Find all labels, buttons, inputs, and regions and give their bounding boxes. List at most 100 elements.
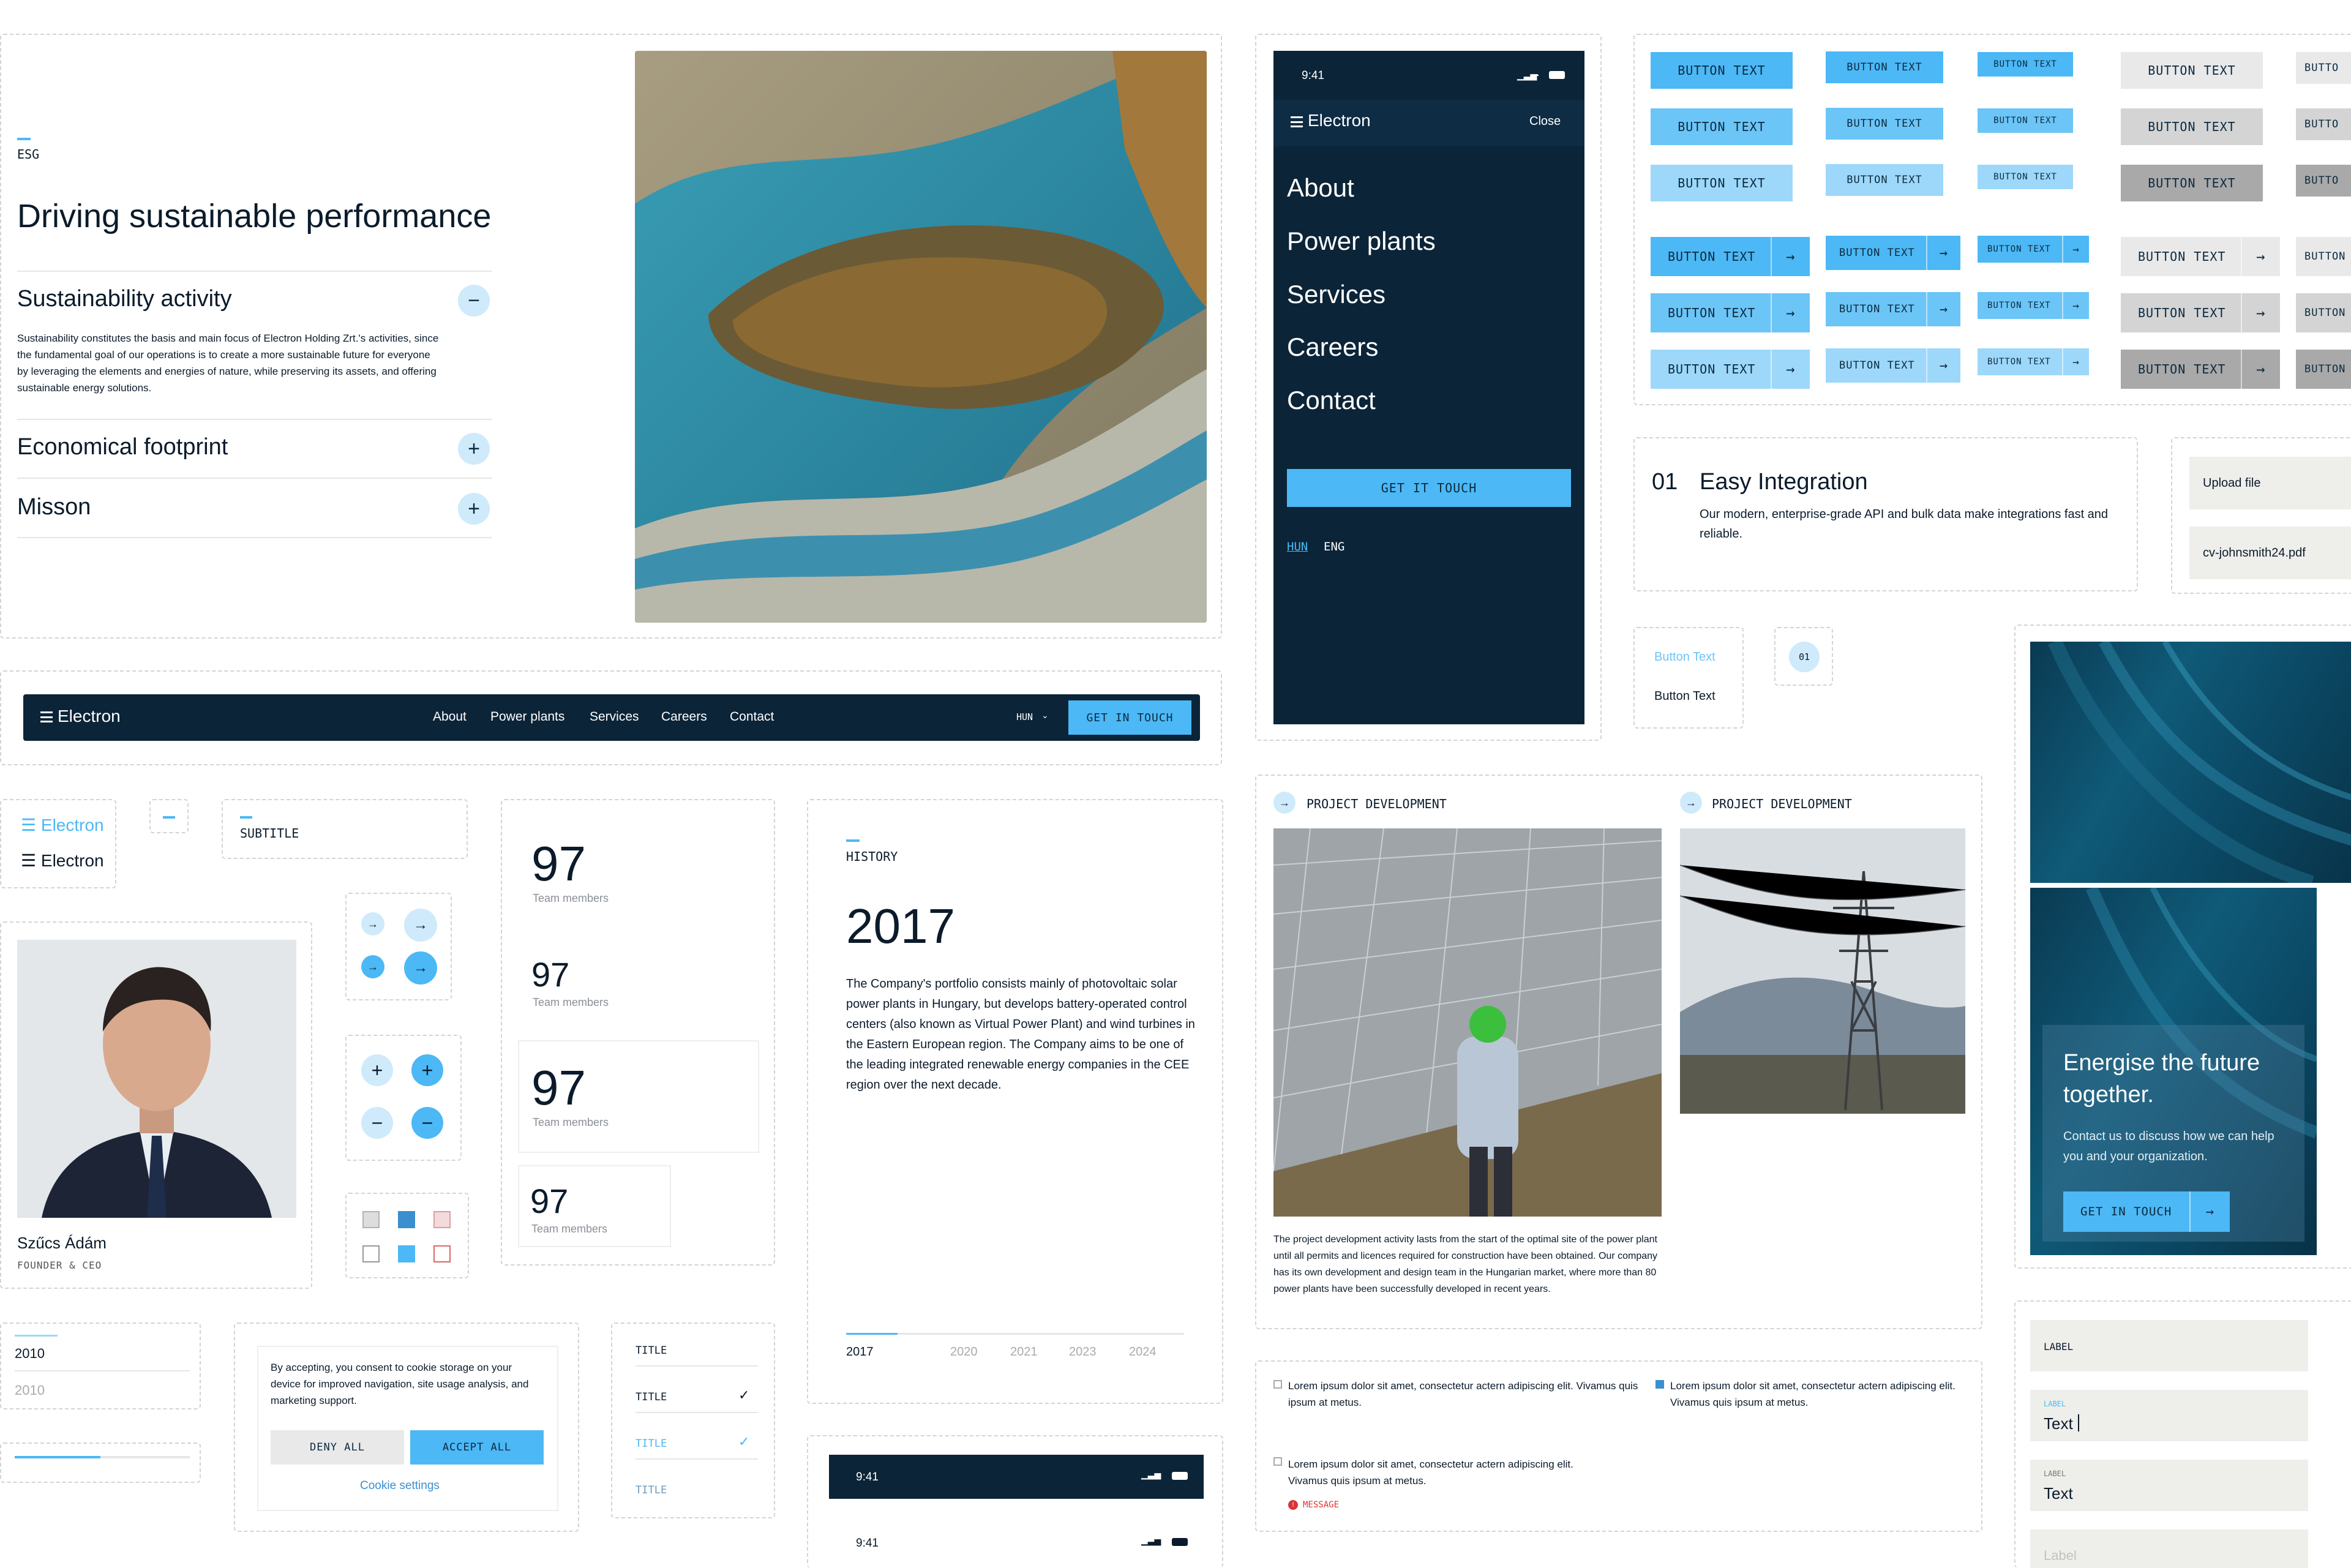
button-partial[interactable]: BUTTO (2296, 52, 2351, 84)
minus-icon[interactable]: − (458, 285, 490, 317)
button-arrow-large-hover[interactable]: BUTTON TEXT → (1651, 293, 1810, 332)
input-focused[interactable]: LABEL Text (2030, 1390, 2308, 1441)
nav-link-about[interactable]: About (433, 710, 467, 724)
checkbox-checked[interactable] (398, 1211, 415, 1228)
button-small-primary[interactable]: BUTTON TEXT (1978, 52, 2073, 77)
mobile-link-contact[interactable]: Contact (1287, 386, 1376, 415)
close-button[interactable]: Close (1529, 114, 1561, 129)
cta-button[interactable]: GET IN TOUCH → (2063, 1191, 2230, 1232)
button-partial[interactable]: BUTTON (2296, 237, 2351, 276)
button-large-hover[interactable]: BUTTON TEXT (1651, 108, 1793, 145)
plus-icon[interactable]: + (361, 1054, 393, 1086)
button-arrow-large-disabled[interactable]: BUTTON TEXT → (1651, 350, 1810, 389)
lang-hun[interactable]: HUN (1287, 540, 1308, 553)
text-button[interactable]: Button Text (1654, 689, 1715, 703)
checkbox-unchecked[interactable] (362, 1245, 380, 1262)
title-item[interactable]: TITLE (636, 1391, 667, 1403)
button-medium-disabled[interactable]: BUTTON TEXT (1826, 164, 1943, 196)
deny-all-button[interactable]: DENY ALL (271, 1430, 404, 1465)
input-disabled[interactable]: Label (2030, 1529, 2308, 1568)
minus-icon[interactable]: − (411, 1107, 443, 1139)
arrow-right-icon[interactable]: → (361, 912, 384, 936)
mobile-cta-button[interactable]: GET IT TOUCH (1287, 469, 1571, 507)
title-item[interactable]: TITLE (636, 1345, 667, 1357)
input-empty[interactable]: LABEL (2030, 1320, 2308, 1371)
plus-icon[interactable]: + (458, 493, 490, 525)
checkbox-error[interactable] (433, 1211, 451, 1228)
checkbox-text-panel: Lorem ipsum dolor sit amet, consectetur … (1255, 1360, 1982, 1532)
arrow-right-icon[interactable]: → (404, 909, 437, 942)
upload-button[interactable]: Upload file (2189, 457, 2351, 509)
timeline-2021[interactable]: 2021 (1010, 1345, 1038, 1359)
nav-link-services[interactable]: Services (590, 710, 639, 724)
year-option[interactable]: 2010 (15, 1382, 45, 1398)
menu-icon[interactable] (1291, 116, 1303, 127)
button-partial[interactable]: BUTTON (2296, 350, 2351, 389)
button-large-secondary[interactable]: BUTTON TEXT (2121, 52, 2263, 89)
button-arrow-small-disabled[interactable]: BUTTON TEXT → (1978, 348, 2089, 375)
mobile-link-about[interactable]: About (1287, 173, 1354, 203)
mobile-logo[interactable]: Electron (1308, 111, 1371, 130)
button-arrow-small[interactable]: BUTTON TEXT → (1978, 236, 2089, 263)
nav-link-contact[interactable]: Contact (730, 710, 774, 724)
arrow-right-icon[interactable]: → (1273, 792, 1295, 814)
mobile-link-services[interactable]: Services (1287, 280, 1385, 309)
button-partial[interactable]: BUTTO (2296, 165, 2351, 197)
button-small-disabled[interactable]: BUTTON TEXT (1978, 165, 2073, 189)
timeline-2023[interactable]: 2023 (1069, 1345, 1097, 1359)
menu-icon[interactable] (40, 711, 53, 722)
button-partial[interactable]: BUTTO (2296, 108, 2351, 140)
minus-icon[interactable]: − (361, 1107, 393, 1139)
timeline-2020[interactable]: 2020 (950, 1345, 978, 1359)
button-large-primary[interactable]: BUTTON TEXT (1651, 52, 1793, 89)
navbar-logo[interactable]: Electron (58, 707, 121, 726)
input-filled[interactable]: LABEL Text (2030, 1460, 2308, 1511)
nav-link-careers[interactable]: Careers (661, 710, 707, 724)
accept-all-button[interactable]: ACCEPT ALL (410, 1430, 544, 1465)
button-arrow-medium-hover[interactable]: BUTTON TEXT → (1826, 292, 1960, 326)
plus-icon[interactable]: + (411, 1054, 443, 1086)
arrow-right-icon[interactable]: → (1680, 792, 1702, 814)
button-arrow-secondary-hover[interactable]: BUTTON TEXT → (2121, 293, 2280, 332)
checkbox-error-empty[interactable] (433, 1245, 451, 1262)
button-arrow-medium-disabled[interactable]: BUTTON TEXT → (1826, 348, 1960, 383)
checkbox-error[interactable] (1273, 1457, 1282, 1466)
text-button-hover[interactable]: Button Text (1654, 650, 1715, 664)
button-small-hover[interactable]: BUTTON TEXT (1978, 108, 2073, 133)
button-large-secondary-hover[interactable]: BUTTON TEXT (2121, 108, 2263, 145)
button-large-secondary-pressed[interactable]: BUTTON TEXT (2121, 165, 2263, 201)
timeline-2017[interactable]: 2017 (846, 1345, 874, 1359)
title-item-active[interactable]: TITLE (636, 1438, 667, 1450)
checkbox-disabled[interactable] (362, 1211, 380, 1228)
button-arrow-secondary[interactable]: BUTTON TEXT → (2121, 237, 2280, 276)
button-medium-hover[interactable]: BUTTON TEXT (1826, 108, 1943, 140)
button-arrow-secondary-pressed[interactable]: BUTTON TEXT → (2121, 350, 2280, 389)
year-selected[interactable]: 2010 (15, 1346, 45, 1362)
cookie-settings-link[interactable]: Cookie settings (360, 1479, 440, 1493)
button-arrow-small-hover[interactable]: BUTTON TEXT → (1978, 292, 2089, 319)
mobile-link-power-plants[interactable]: Power plants (1287, 227, 1436, 256)
lang-select[interactable]: HUN (1016, 711, 1033, 722)
button-arrow-large[interactable]: BUTTON TEXT → (1651, 237, 1810, 276)
arrow-right-icon[interactable]: → (361, 955, 384, 978)
checkbox-checked[interactable] (1655, 1380, 1664, 1389)
lang-eng[interactable]: ENG (1324, 540, 1344, 553)
button-large-disabled[interactable]: BUTTON TEXT (1651, 165, 1793, 201)
accordion-title-mission[interactable]: Misson (17, 494, 91, 520)
timeline-2024[interactable]: 2024 (1129, 1345, 1157, 1359)
button-partial[interactable]: BUTTON (2296, 293, 2351, 332)
page-number-button[interactable]: 01 (1789, 642, 1820, 672)
button-medium-primary[interactable]: BUTTON TEXT (1826, 51, 1943, 83)
plus-icon[interactable]: + (458, 433, 490, 465)
button-arrow-medium[interactable]: BUTTON TEXT → (1826, 236, 1960, 270)
nav-link-power-plants[interactable]: Power plants (490, 710, 564, 724)
checkbox-checked-light[interactable] (398, 1245, 415, 1262)
accordion-title-sustainability[interactable]: Sustainability activity (17, 286, 232, 312)
mobile-link-careers[interactable]: Careers (1287, 332, 1378, 362)
uploaded-file[interactable]: cv-johnsmith24.pdf (2189, 527, 2351, 579)
get-in-touch-button[interactable]: GET IN TOUCH (1068, 700, 1191, 735)
checkbox-unchecked[interactable] (1273, 1380, 1282, 1389)
title-item-disabled[interactable]: TITLE (636, 1484, 667, 1496)
arrow-right-icon[interactable]: → (404, 951, 437, 985)
accordion-title-footprint[interactable]: Economical footprint (17, 434, 228, 460)
